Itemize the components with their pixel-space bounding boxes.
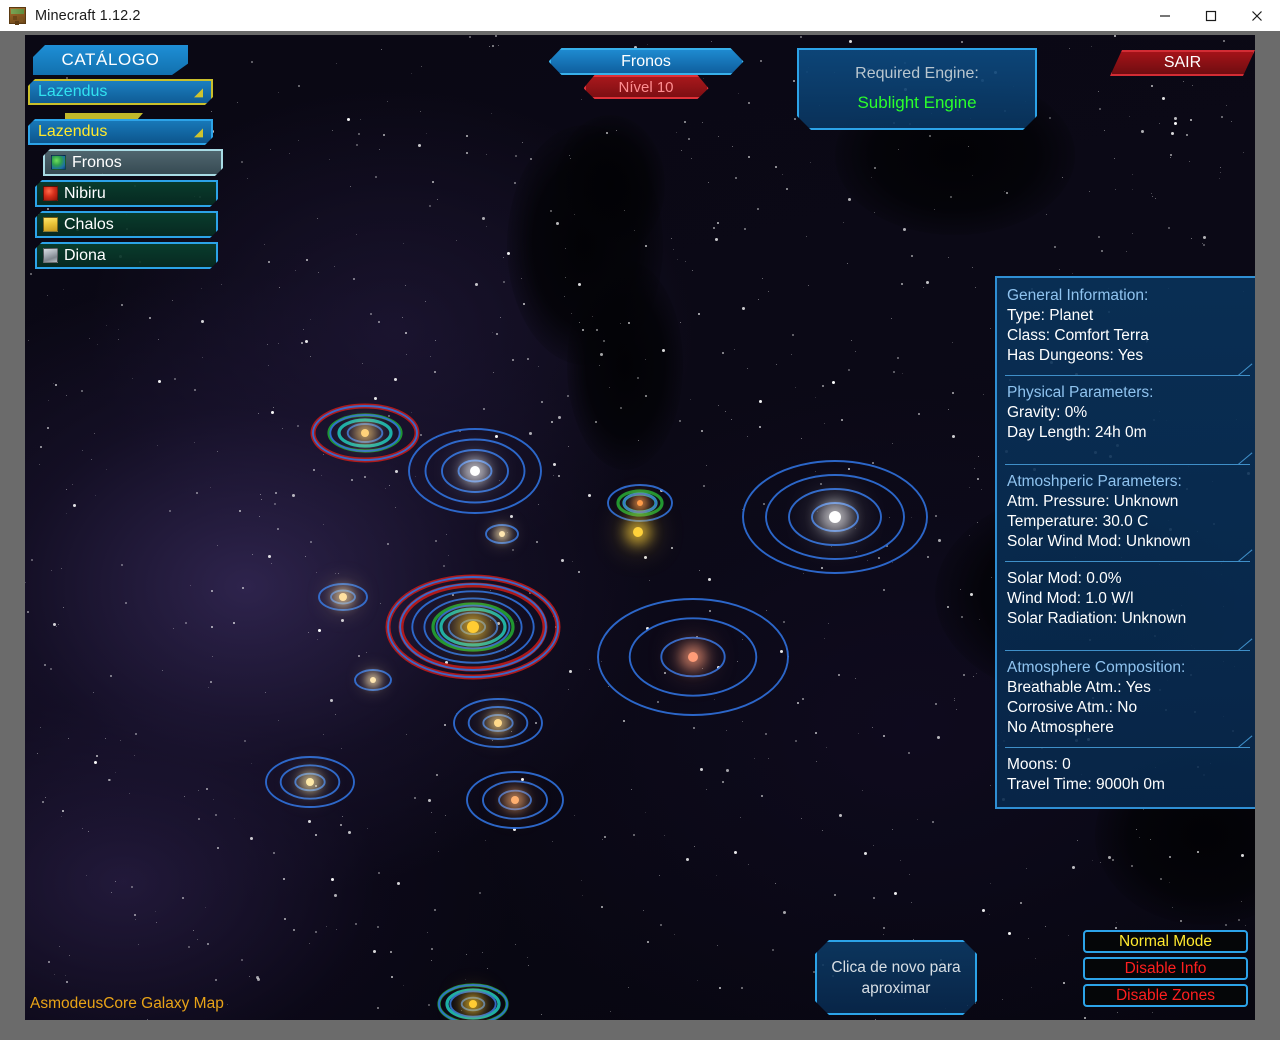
planet-icon-diona <box>43 248 58 263</box>
info-temperature: Temperature: 30.0 C <box>1007 513 1149 530</box>
close-icon[interactable] <box>1234 0 1280 31</box>
galaxy-map-watermark: AsmodeusCore Galaxy Map <box>30 995 224 1012</box>
required-engine-label: Required Engine: <box>855 65 979 82</box>
catalog-planet-fronos[interactable]: Fronos <box>43 149 223 176</box>
planet-icon-fronos <box>51 155 66 170</box>
info-group-physical: Physical Parameters: Gravity: 0% Day Len… <box>997 383 1255 443</box>
catalog-planet-label: Diona <box>64 246 106 264</box>
planet-info-panel: General Information: Type: Planet Class:… <box>995 276 1255 809</box>
info-dungeons: Has Dungeons: Yes <box>1007 347 1144 364</box>
mode-button-label: Disable Info <box>1124 959 1207 977</box>
info-day-length: Day Length: 24h 0m <box>1007 424 1147 441</box>
exit-button-label: SAIR <box>1163 54 1202 71</box>
planet-level-badge: Nível 10 <box>584 75 709 99</box>
expand-arrow-icon <box>194 128 203 137</box>
catalog-planet-label: Fronos <box>72 153 122 171</box>
info-solar-mod: Solar Mod: 0.0% <box>1007 570 1122 587</box>
mode-button-label: Disable Zones <box>1115 986 1216 1004</box>
catalog-galaxy-label: Lazendus <box>38 83 108 100</box>
window-title: Minecraft 1.12.2 <box>35 7 141 24</box>
info-physical-heading: Physical Parameters: <box>1007 384 1154 401</box>
info-divider <box>1005 464 1250 465</box>
info-divider <box>1005 650 1250 651</box>
planet-icon-chalos <box>43 217 58 232</box>
info-travel-time: Travel Time: 9000h 0m <box>1007 776 1165 793</box>
catalog-planet-nibiru[interactable]: Nibiru <box>35 180 218 207</box>
info-group-composition: Atmosphere Composition: Breathable Atm.:… <box>997 658 1255 738</box>
info-divider <box>1005 375 1250 376</box>
map-mode-buttons: Normal Mode Disable Info Disable Zones <box>1083 930 1248 1007</box>
planet-header: Fronos Nível 10 <box>541 48 751 99</box>
catalog-galaxy-selector[interactable]: Lazendus <box>28 79 213 105</box>
zoom-hint-tooltip: Clica de novo para aproximar <box>815 940 977 1015</box>
planet-icon-nibiru <box>43 186 58 201</box>
planet-name-label: Fronos <box>621 52 671 70</box>
info-type: Type: Planet <box>1007 307 1094 324</box>
info-gravity: Gravity: 0% <box>1007 404 1088 421</box>
catalog-header: CATÁLOGO <box>33 45 188 75</box>
info-class: Class: Comfort Terra <box>1007 327 1149 344</box>
info-corrosive: Corrosive Atm.: No <box>1007 699 1138 716</box>
mode-button-disable-info[interactable]: Disable Info <box>1083 957 1248 980</box>
mode-button-normal-mode[interactable]: Normal Mode <box>1083 930 1248 953</box>
info-atmospheric-heading: Atmoshperic Parameters: <box>1007 473 1182 490</box>
catalog-planet-label: Nibiru <box>64 184 106 202</box>
catalog-system-label: Lazendus <box>38 123 108 140</box>
catalog-planet-diona[interactable]: Diona <box>35 242 218 269</box>
required-engine-value: Sublight Engine <box>857 93 977 112</box>
planet-level-label: Nível 10 <box>618 78 674 96</box>
window-titlebar: Minecraft 1.12.2 <box>0 0 1280 31</box>
info-general-heading: General Information: <box>1007 287 1149 304</box>
info-divider <box>1005 747 1250 748</box>
zoom-hint-label: Clica de novo para aproximar <box>831 958 961 997</box>
info-group-atmospheric: Atmoshperic Parameters: Atm. Pressure: U… <box>997 472 1255 552</box>
info-breathable: Breathable Atm.: Yes <box>1007 679 1151 696</box>
catalog-planet-label: Chalos <box>64 215 114 233</box>
galaxy-map-viewport[interactable]: CATÁLOGO Lazendus Lazendus Fronos Nibiru C… <box>25 35 1255 1020</box>
mode-button-label: Normal Mode <box>1118 932 1213 950</box>
info-solar-wind-mod: Solar Wind Mod: Unknown <box>1007 533 1191 550</box>
application-window: Minecraft 1.12.2 CATÁLOGO Lazendus Lazen… <box>0 0 1280 1040</box>
info-solar-radiation: Solar Radiation: Unknown <box>1007 610 1187 627</box>
info-divider <box>1005 561 1250 562</box>
maximize-icon[interactable] <box>1188 0 1234 31</box>
info-composition-heading: Atmosphere Composition: <box>1007 659 1186 676</box>
info-wind-mod: Wind Mod: 1.0 W/l <box>1007 590 1134 607</box>
info-group-mods: Solar Mod: 0.0% Wind Mod: 1.0 W/l Solar … <box>997 569 1255 629</box>
info-moons: Moons: 0 <box>1007 756 1071 773</box>
catalog-panel: CATÁLOGO Lazendus Lazendus Fronos Nibiru C… <box>25 45 225 269</box>
exit-button[interactable]: SAIR <box>1110 50 1255 76</box>
info-group-moons-travel: Moons: 0 Travel Time: 9000h 0m <box>997 755 1255 795</box>
catalog-header-label: CATÁLOGO <box>61 50 160 69</box>
catalog-planet-list: Fronos Nibiru Chalos Diona <box>25 149 225 269</box>
info-no-atmosphere: No Atmosphere <box>1007 719 1114 736</box>
mode-button-disable-zones[interactable]: Disable Zones <box>1083 984 1248 1007</box>
catalog-header-wing <box>196 45 218 75</box>
window-controls <box>1142 0 1280 31</box>
catalog-planet-chalos[interactable]: Chalos <box>35 211 218 238</box>
info-group-general: General Information: Type: Planet Class:… <box>997 286 1255 366</box>
minimize-icon[interactable] <box>1142 0 1188 31</box>
catalog-system-selector[interactable]: Lazendus <box>28 119 213 145</box>
expand-arrow-icon <box>194 88 203 97</box>
info-pressure: Atm. Pressure: Unknown <box>1007 493 1179 510</box>
planet-name-badge: Fronos <box>549 48 744 75</box>
required-engine-panel: Required Engine: Sublight Engine <box>797 48 1037 130</box>
minecraft-grass-block-icon <box>9 7 26 24</box>
